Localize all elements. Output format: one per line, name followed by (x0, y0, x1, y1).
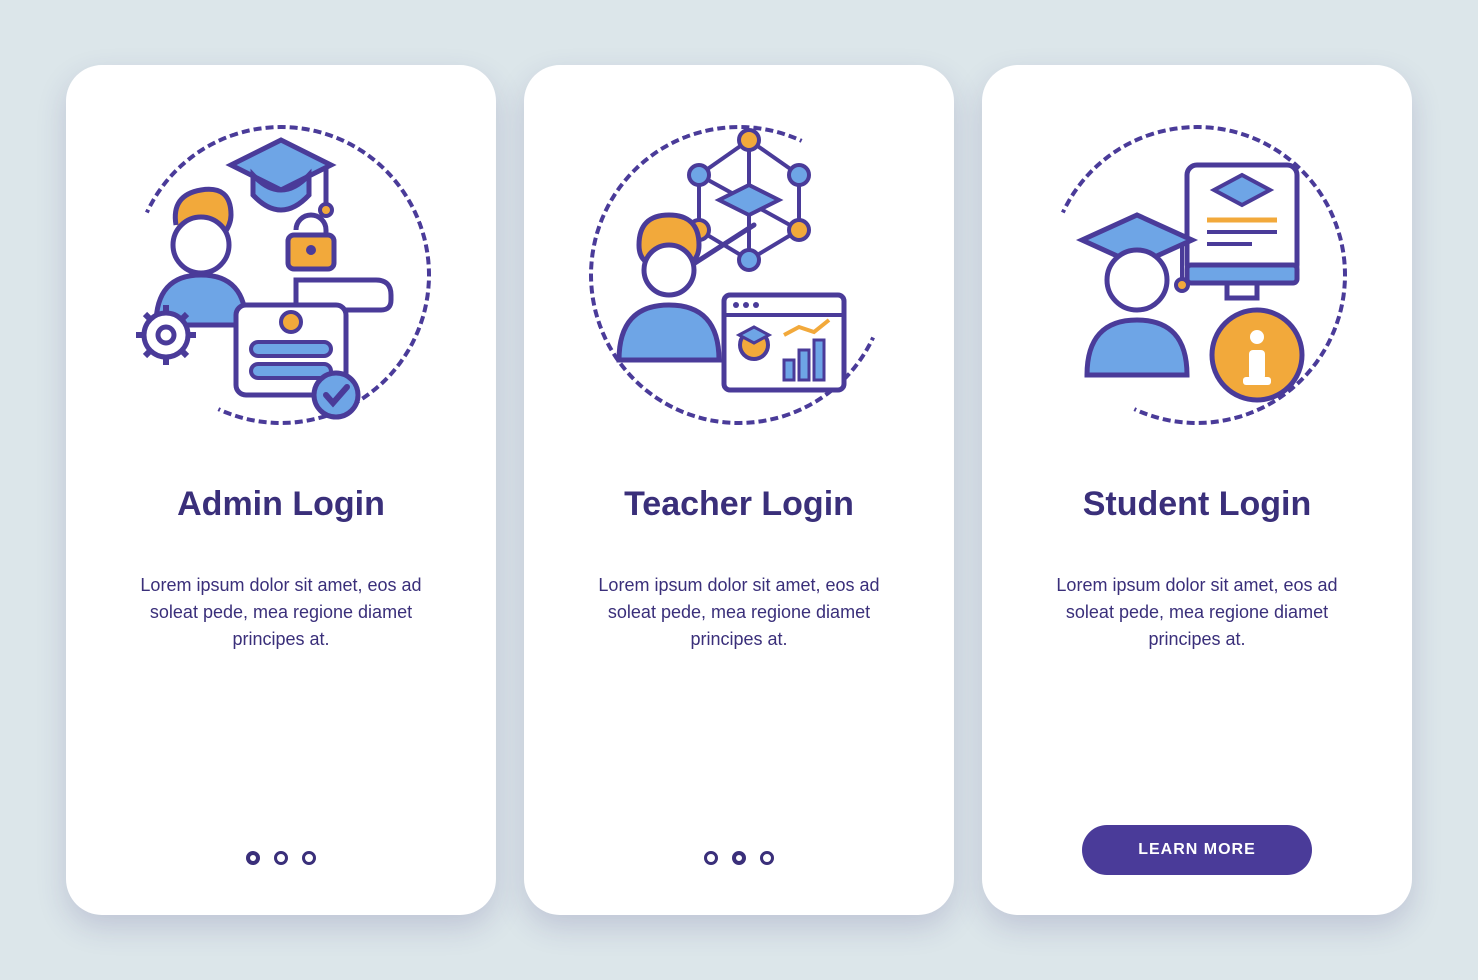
document-monitor-icon (1187, 165, 1297, 298)
card-title: Student Login (1083, 485, 1312, 524)
learn-more-button[interactable]: LEARN MORE (1082, 825, 1312, 875)
illustration-student (1047, 125, 1347, 425)
illustration-admin (131, 125, 431, 425)
teacher-icon-group (589, 125, 889, 425)
student-icon-group (1047, 125, 1347, 425)
page-dot-1[interactable] (246, 851, 260, 865)
card-title: Teacher Login (624, 485, 854, 524)
admin-icon-group (131, 125, 431, 425)
page-indicator (246, 851, 316, 865)
info-icon (1212, 310, 1302, 400)
student-person-icon (1082, 215, 1192, 375)
graduation-cap-icon (231, 140, 332, 216)
checkmark-icon (314, 373, 358, 417)
network-graph-icon (689, 130, 809, 270)
analytics-window-icon (724, 295, 844, 390)
gear-icon (136, 305, 196, 365)
illustration-teacher (589, 125, 889, 425)
card-description: Lorem ipsum dolor sit amet, eos ad solea… (579, 572, 899, 653)
onboarding-card-teacher: Teacher Login Lorem ipsum dolor sit amet… (524, 65, 954, 915)
page-indicator (704, 851, 774, 865)
page-dot-3[interactable] (302, 851, 316, 865)
person-icon (156, 189, 246, 325)
page-dot-2[interactable] (732, 851, 746, 865)
onboarding-card-admin: Admin Login Lorem ipsum dolor sit amet, … (66, 65, 496, 915)
card-description: Lorem ipsum dolor sit amet, eos ad solea… (121, 572, 441, 653)
page-dot-1[interactable] (704, 851, 718, 865)
page-dot-3[interactable] (760, 851, 774, 865)
card-title: Admin Login (177, 485, 385, 524)
graduation-cap-icon (739, 327, 769, 359)
onboarding-card-student: Student Login Lorem ipsum dolor sit amet… (982, 65, 1412, 915)
card-description: Lorem ipsum dolor sit amet, eos ad solea… (1037, 572, 1357, 653)
page-dot-2[interactable] (274, 851, 288, 865)
padlock-icon (288, 215, 334, 269)
